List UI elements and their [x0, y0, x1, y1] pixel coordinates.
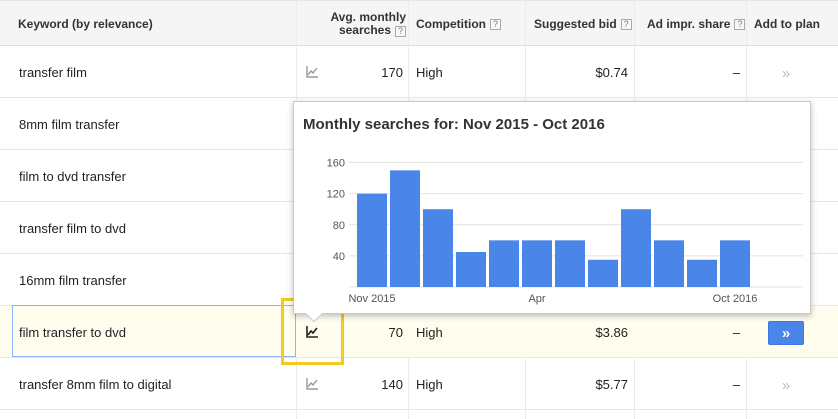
- competition-cell: High: [416, 64, 443, 80]
- keyword-cell-focus-outline: [12, 305, 296, 357]
- monthly-searches-popup: Monthly searches for: Nov 2015 - Oct 201…: [293, 101, 811, 314]
- y-tick-label: 120: [327, 189, 345, 201]
- keyword-cell: transfer film: [19, 64, 87, 80]
- help-icon[interactable]: ?: [490, 18, 501, 30]
- column-header-ad-share[interactable]: Ad impr. share?: [647, 1, 746, 47]
- chart-bar[interactable]: [621, 209, 651, 287]
- chart-bar[interactable]: [423, 209, 453, 287]
- table-row[interactable]: transfer 8mm film to digital 140 High $5…: [0, 358, 838, 410]
- avg-searches-cell: 170: [381, 64, 403, 80]
- x-tick-label: Nov 2015: [348, 293, 395, 305]
- column-header-avg-searches[interactable]: Avg. monthly searches?: [318, 1, 406, 47]
- keyword-cell: transfer film to dvd: [19, 220, 126, 236]
- column-header-keyword[interactable]: Keyword (by relevance): [18, 1, 153, 47]
- ad-share-header-label: Ad impr. share: [647, 17, 731, 31]
- avg-searches-cell: 140: [381, 376, 403, 392]
- y-tick-label: 80: [333, 220, 345, 232]
- chart-bar[interactable]: [456, 252, 486, 287]
- keyword-cell: 16mm film transfer: [19, 272, 127, 288]
- competition-header-label: Competition: [416, 17, 486, 31]
- help-icon[interactable]: ?: [395, 26, 406, 37]
- y-tick-label: 40: [333, 251, 345, 263]
- y-tick-label: 160: [327, 158, 345, 170]
- chart-bar[interactable]: [588, 259, 618, 287]
- monthly-searches-chart: 40 80 120 160 Nov 2015 Apr Oct 2016: [327, 158, 803, 305]
- chart-bar[interactable]: [720, 240, 750, 287]
- avg-header-line2: searches: [338, 23, 391, 37]
- trend-chart-icon[interactable]: [305, 65, 319, 79]
- trend-chart-icon[interactable]: [305, 377, 319, 391]
- chart-bar[interactable]: [357, 193, 387, 287]
- column-header-add-to-plan: Add to plan: [754, 1, 820, 47]
- chart-bar[interactable]: [522, 240, 552, 287]
- column-header-keyword-label: Keyword (by relevance): [18, 17, 153, 31]
- chart-bar[interactable]: [489, 240, 519, 287]
- x-tick-label: Oct 2016: [713, 293, 758, 305]
- help-icon[interactable]: ?: [734, 18, 746, 30]
- ad-share-cell: –: [732, 64, 740, 80]
- x-tick-label: Apr: [528, 293, 545, 305]
- chart-bar[interactable]: [555, 240, 585, 287]
- keyword-cell: transfer 8mm film to digital: [19, 376, 172, 392]
- ad-share-cell: –: [732, 376, 740, 392]
- chart-bar[interactable]: [687, 259, 717, 287]
- column-header-competition[interactable]: Competition?: [416, 1, 501, 47]
- table-row[interactable]: transfer film 170 High $0.74 – »: [0, 46, 838, 98]
- help-icon[interactable]: ?: [620, 18, 632, 30]
- add-to-plan-header-label: Add to plan: [754, 17, 820, 31]
- chart-bar[interactable]: [390, 170, 420, 287]
- add-to-plan-button[interactable]: »: [768, 373, 804, 397]
- suggested-bid-header-label: Suggested bid: [534, 17, 617, 31]
- suggested-bid-cell: $0.74: [595, 64, 628, 80]
- keyword-cell: film to dvd transfer: [19, 168, 126, 184]
- add-to-plan-button[interactable]: »: [768, 321, 804, 345]
- keyword-cell: 8mm film transfer: [19, 116, 120, 132]
- suggested-bid-cell: $5.77: [595, 376, 628, 392]
- chart-bar[interactable]: [654, 240, 684, 287]
- column-header-suggested-bid[interactable]: Suggested bid?: [534, 1, 632, 47]
- add-to-plan-button[interactable]: »: [768, 61, 804, 85]
- competition-cell: High: [416, 376, 443, 392]
- table-header: Keyword (by relevance) Avg. monthly sear…: [0, 0, 838, 46]
